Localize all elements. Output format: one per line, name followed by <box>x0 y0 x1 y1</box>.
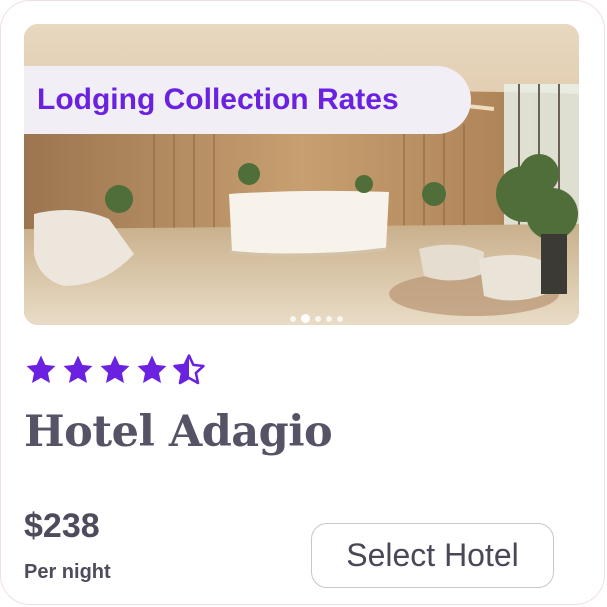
star-filled-icon <box>137 355 167 384</box>
collection-badge-label: Lodging Collection Rates <box>37 83 399 116</box>
carousel-dot-active[interactable] <box>301 314 310 323</box>
hotel-lobby-image[interactable]: Lodging Collection Rates <box>24 24 579 325</box>
star-rating <box>24 353 206 387</box>
price-unit: Per night <box>24 561 111 583</box>
hotel-card: Lodging Collection Rates Hotel Adagio $2… <box>0 0 605 605</box>
price-amount: $238 <box>24 507 100 545</box>
collection-badge: Lodging Collection Rates <box>24 66 471 134</box>
carousel-dot[interactable] <box>315 315 321 322</box>
carousel-dot[interactable] <box>326 315 332 322</box>
star-filled-icon <box>63 355 93 384</box>
hotel-name: Hotel Adagio <box>24 407 333 457</box>
carousel-dot[interactable] <box>290 315 296 322</box>
star-filled-icon <box>100 355 130 384</box>
carousel-indicators <box>290 314 343 323</box>
star-half-icon <box>173 354 205 385</box>
star-filled-icon <box>26 355 56 384</box>
carousel-dot[interactable] <box>337 315 343 322</box>
select-hotel-button[interactable]: Select Hotel <box>311 523 554 588</box>
